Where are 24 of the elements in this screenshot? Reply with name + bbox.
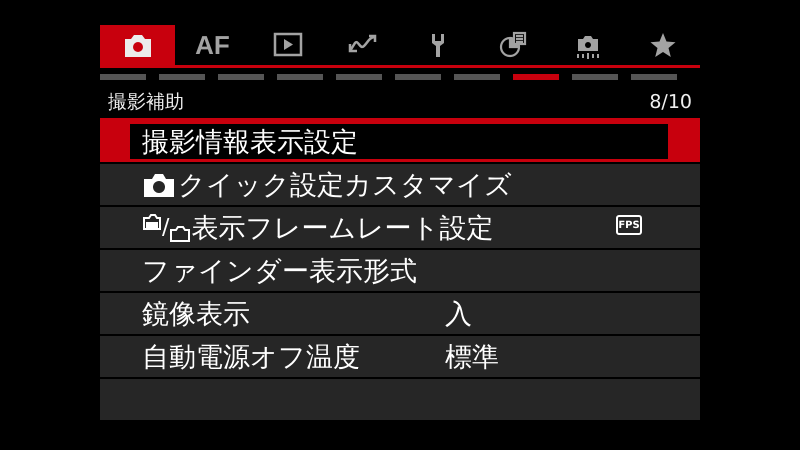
menu-label: 撮影情報表示設定 xyxy=(142,126,358,160)
menu-label: ファインダー表示形式 xyxy=(142,254,417,288)
menu-label: クイック設定カスタマイズ xyxy=(178,168,512,202)
star-icon xyxy=(648,31,678,59)
menu-tab[interactable] xyxy=(100,25,175,65)
menu-row[interactable]: 自動電源オフ温度 標準 xyxy=(100,336,700,379)
menu-label: 鏡像表示 xyxy=(142,298,250,332)
menu-row[interactable]: クイック設定カスタマイズ xyxy=(100,164,700,207)
section-title: 撮影補助 xyxy=(108,90,184,115)
menu-value: 入 xyxy=(445,298,472,332)
menu-tab[interactable]: AF xyxy=(175,25,250,65)
menu-label: 表示フレームレート設定 xyxy=(191,212,494,246)
menu-row[interactable]: / 表示フレームレート設定 FPS xyxy=(100,207,700,250)
chart-list-icon xyxy=(498,31,528,59)
menu-row[interactable]: 撮影情報表示設定 xyxy=(100,121,700,164)
menu-label: 自動電源オフ温度 xyxy=(142,340,360,374)
page-number: 8/10 xyxy=(649,91,692,113)
menu-row[interactable]: ファインダー表示形式 xyxy=(100,250,700,293)
fps-badge: FPS xyxy=(616,215,642,235)
menu-row[interactable]: 鏡像表示 入 xyxy=(100,293,700,336)
separator-text: / xyxy=(162,215,170,240)
camera-outline-icon xyxy=(142,211,162,233)
menu-value: 標準 xyxy=(445,340,499,374)
play-icon xyxy=(272,31,302,59)
